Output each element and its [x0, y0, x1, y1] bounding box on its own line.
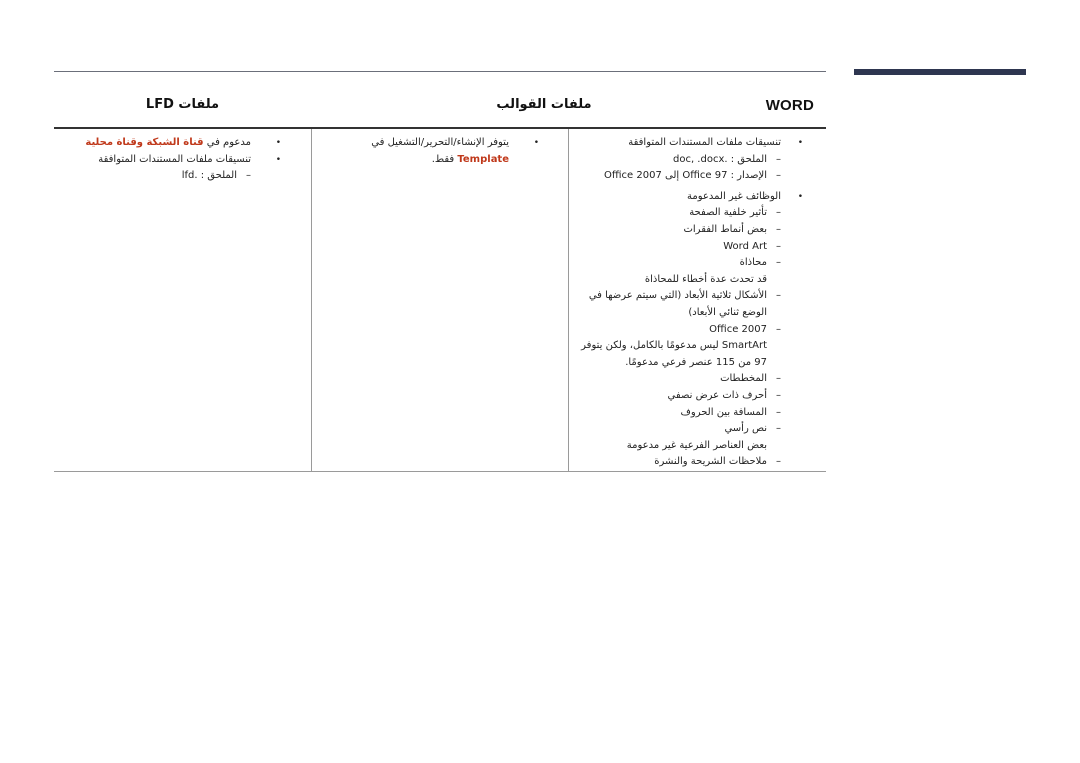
template-highlight: Template: [457, 153, 509, 165]
sub-item-text: بعض أنماط الفقرات: [683, 223, 767, 235]
file-format-table: ملفات LFD ملفات القوالب WORD مدعوم في قن…: [54, 90, 826, 472]
sub-item-text: الإصدار : Office 97 إلى Office 2007: [603, 170, 767, 182]
sub-item-text: تأثير خلفية الصفحة: [689, 207, 767, 219]
list-item: Office 2007: [575, 322, 781, 339]
list-item: SmartArt ليس مدعومًا بالكامل، ولكن يتوفر…: [575, 338, 781, 371]
sub-item-text: ملاحظات الشريحة والنشرة: [654, 456, 767, 468]
list-item: المخططات: [575, 371, 781, 388]
list-item: قد تحدث عدة أخطاء للمحاذاة: [575, 272, 781, 289]
list-item: الوظائف غير المدعومة: [575, 189, 803, 206]
list-item: بعض أنماط الفقرات: [575, 222, 781, 239]
list-item: نص رأسي: [575, 421, 781, 438]
table-body-row: مدعوم في قناة الشبكة وقناة محلية تنسيقات…: [54, 129, 826, 472]
note-text: SmartArt ليس مدعومًا بالكامل، ولكن يتوفر…: [581, 340, 767, 368]
supported-channels-highlight: قناة الشبكة وقناة محلية: [85, 137, 204, 148]
section-marker-bar: [854, 69, 1026, 75]
lfd-list: مدعوم في قناة الشبكة وقناة محلية تنسيقات…: [54, 129, 311, 185]
templates-suffix: فقط.: [431, 153, 455, 165]
list-item: يتوفر الإنشاء/التحرير/التشغيل في Templat…: [318, 135, 539, 168]
list-item: الأشكال ثلاثية الأبعاد (التي سيتم عرضها …: [575, 288, 781, 321]
word-list: تنسيقات ملفات المستندات المتوافقة الملحق …: [569, 129, 827, 471]
list-item: مدعوم في قناة الشبكة وقناة محلية: [60, 135, 281, 152]
supported-prefix: مدعوم في: [206, 137, 251, 148]
word-column: تنسيقات ملفات المستندات المتوافقة الملحق …: [568, 129, 827, 471]
header-lfd-files: ملفات LFD: [145, 97, 220, 112]
list-item: Word Art: [575, 239, 781, 256]
list-item: الإصدار : Office 97 إلى Office 2007: [575, 168, 781, 185]
sub-item-text: الملحق : .doc, .docx: [672, 153, 767, 165]
list-item: بعض العناصر الفرعية غير مدعومة: [575, 438, 781, 455]
top-rule: [54, 71, 826, 72]
bullet-text: تنسيقات ملفات المستندات المتوافقة: [628, 137, 781, 148]
sub-item-text: أحرف ذات عرض نصفي: [667, 389, 767, 401]
note-text: بعض العناصر الفرعية غير مدعومة: [626, 439, 767, 451]
list-item: تنسيقات ملفات المستندات المتوافقة: [60, 152, 281, 169]
header-template-files: ملفات القوالب: [496, 97, 592, 112]
list-item: تنسيقات ملفات المستندات المتوافقة: [575, 135, 803, 152]
sub-item-text: محاذاة: [739, 257, 767, 269]
list-item: محاذاة: [575, 255, 781, 272]
formats-label: تنسيقات ملفات المستندات المتوافقة: [98, 153, 251, 165]
templates-list: يتوفر الإنشاء/التحرير/التشغيل في Templat…: [312, 129, 569, 168]
sub-item-text: نص رأسي: [724, 423, 767, 435]
table-header-row: ملفات LFD ملفات القوالب WORD: [54, 90, 826, 129]
list-item: تأثير خلفية الصفحة: [575, 205, 781, 222]
sub-item-text: Office 2007: [709, 323, 767, 335]
sub-item-text: المسافة بين الحروف: [680, 406, 767, 418]
sub-item-text: المخططات: [720, 373, 767, 385]
sub-item-text: الأشكال ثلاثية الأبعاد (التي سيتم عرضها …: [588, 290, 767, 318]
sub-item-text: Word Art: [723, 240, 767, 252]
list-item: الملحق : .doc, .docx: [575, 152, 781, 169]
list-item: ملاحظات الشريحة والنشرة: [575, 454, 781, 471]
list-item: المسافة بين الحروف: [575, 405, 781, 422]
list-item: أحرف ذات عرض نصفي: [575, 388, 781, 405]
extension-text: الملحق : .lfd: [181, 170, 237, 182]
bullet-text: الوظائف غير المدعومة: [687, 190, 781, 202]
lfd-column: مدعوم في قناة الشبكة وقناة محلية تنسيقات…: [54, 129, 311, 471]
templates-prefix: يتوفر الإنشاء/التحرير/التشغيل في: [371, 137, 509, 148]
list-item: الملحق : .lfd: [60, 168, 251, 185]
templates-column: يتوفر الإنشاء/التحرير/التشغيل في Templat…: [311, 129, 569, 471]
header-word: WORD: [765, 97, 814, 114]
note-text: قد تحدث عدة أخطاء للمحاذاة: [644, 273, 767, 285]
